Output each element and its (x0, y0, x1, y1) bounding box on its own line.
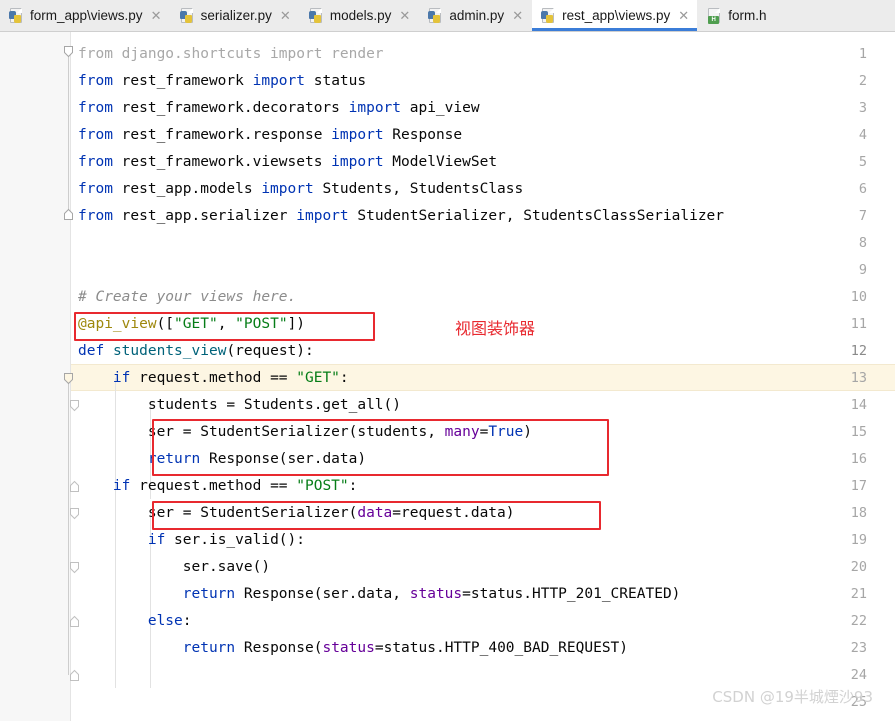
annotation-label-view-decorator: 视图装饰器 (455, 319, 536, 338)
code-line: def students_view(request): (78, 343, 314, 359)
code-line: return Response(status=status.HTTP_400_B… (182, 640, 629, 656)
code-comment: # Create your views here. (78, 289, 297, 305)
tab-serializer-py[interactable]: serializer.py ✕ (170, 0, 300, 31)
tab-form-app-views-py[interactable]: form_app\views.py ✕ (0, 0, 171, 31)
tab-models-py[interactable]: models.py ✕ (299, 0, 420, 31)
tab-label: serializer.py (200, 7, 272, 23)
code-content[interactable]: from django.shortcuts import render from… (0, 32, 895, 721)
editor-tab-bar: form_app\views.py ✕ serializer.py ✕ mode… (0, 0, 895, 32)
code-line: # Create your views here. (78, 284, 296, 311)
tab-close-icon[interactable]: ✕ (151, 9, 162, 22)
html-file-icon: H (707, 7, 722, 24)
code-line: ser.save() (78, 559, 271, 575)
tab-label: rest_app\views.py (562, 7, 671, 23)
code-line: @api_view(["GET", "POST"]) (78, 316, 306, 332)
tab-label: form.h (728, 7, 767, 23)
code-line: if request.method == "POST": (112, 478, 358, 494)
code-line: from django.shortcuts import render (78, 41, 384, 68)
tab-close-icon[interactable]: ✕ (280, 9, 291, 22)
tab-admin-py[interactable]: admin.py ✕ (419, 0, 533, 31)
tab-close-icon[interactable]: ✕ (399, 9, 410, 22)
code-line: if ser.is_valid(): (147, 532, 305, 548)
code-line: students = Students.get_all() (78, 397, 402, 413)
tab-rest-app-views-py[interactable]: rest_app\views.py ✕ (532, 0, 699, 31)
python-file-icon (541, 7, 556, 24)
code-line: from rest_framework.response import Resp… (78, 127, 463, 143)
code-line: from rest_framework import status (78, 73, 367, 89)
code-line: from rest_framework.decorators import ap… (78, 100, 480, 116)
python-file-icon (428, 7, 443, 24)
code-line: return Response(ser.data) (147, 451, 367, 467)
tab-label: form_app\views.py (30, 7, 143, 23)
tab-close-icon[interactable]: ✕ (512, 9, 523, 22)
decorator-token: @api_view (78, 316, 157, 332)
code-line: from rest_app.serializer import StudentS… (78, 208, 725, 224)
tab-form-html[interactable]: H form.h (698, 0, 775, 31)
code-line: from rest_app.models import Students, St… (78, 181, 524, 197)
python-file-icon (179, 7, 195, 24)
code-text: from django.shortcuts import render (78, 46, 384, 62)
tab-label: admin.py (449, 7, 505, 23)
python-file-icon (9, 7, 24, 24)
tab-close-icon[interactable]: ✕ (678, 9, 689, 22)
csdn-watermark: CSDN @19半城煙沙93 (712, 688, 873, 706)
code-line: else: (147, 613, 192, 629)
python-file-icon (308, 7, 324, 24)
code-line: ser = StudentSerializer(students, many=T… (78, 424, 532, 440)
code-line: ser = StudentSerializer(data=request.dat… (78, 505, 515, 521)
code-line: if request.method == "GET": (112, 370, 349, 386)
code-line: from rest_framework.viewsets import Mode… (78, 154, 498, 170)
code-editor[interactable]: 1 2 3 4 5 6 7 8 9 10 11 12 13 14 15 16 1… (0, 32, 895, 721)
code-line: return Response(ser.data, status=status.… (182, 586, 681, 602)
tab-label: models.py (329, 7, 392, 23)
